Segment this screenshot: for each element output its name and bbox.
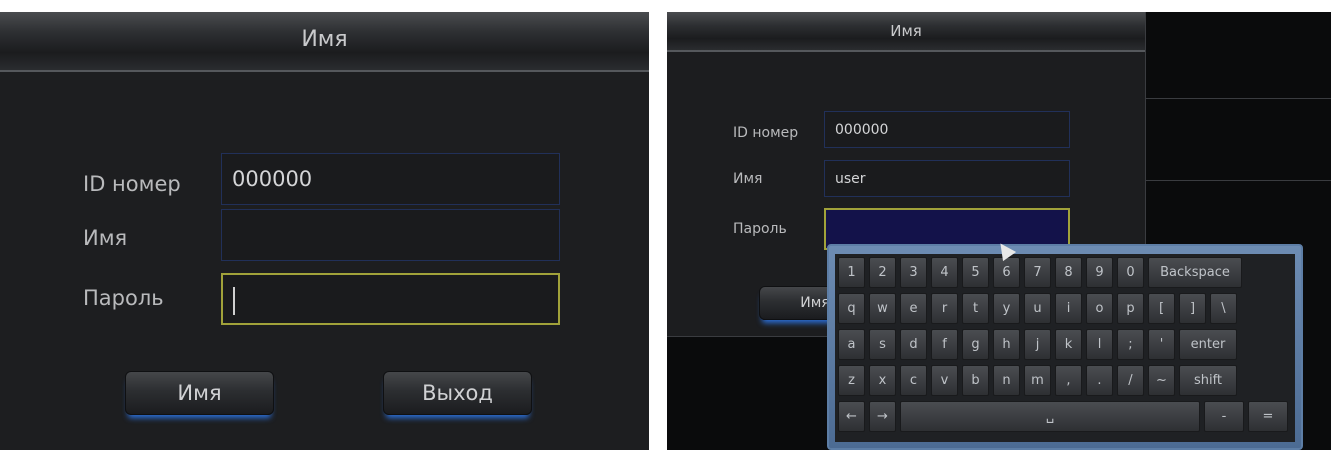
text-caret [233,287,235,315]
key-char[interactable]: 6 [993,257,1020,288]
key-char[interactable]: 4 [931,257,958,288]
space-key[interactable]: ␣ [900,401,1200,432]
exit-button[interactable]: Выход [383,371,532,415]
key-char[interactable]: r [931,293,958,324]
key-char[interactable]: k [1055,329,1082,360]
key-char[interactable]: z [838,365,865,396]
dialog-titlebar: Имя [0,12,649,72]
id-number-label: ID номер [733,125,799,141]
key-char[interactable]: m [1024,365,1051,396]
key-char[interactable]: j [1024,329,1051,360]
key-char[interactable]: 3 [900,257,927,288]
password-field[interactable] [221,273,560,325]
id-number-field[interactable]: 000000 [221,153,560,205]
key-char[interactable]: x [869,365,896,396]
key-char[interactable]: q [838,293,865,324]
key-char[interactable]: s [869,329,896,360]
key-char[interactable]: c [900,365,927,396]
key-char[interactable]: i [1055,293,1082,324]
key-char[interactable]: 2 [869,257,896,288]
name-field[interactable] [221,209,560,261]
name-value: user [835,170,866,187]
key-char[interactable]: 1 [838,257,865,288]
arrow-right-key[interactable]: → [869,401,896,432]
key-char[interactable]: 5 [962,257,989,288]
onscreen-keyboard: 1 2 3 4 5 6 7 8 9 0 Backspace q w e r t y u i o p[] \ a s d f g h j k… [827,244,1303,450]
key-char[interactable]: f [931,329,958,360]
key-shift[interactable]: shift [1179,365,1237,396]
key-char[interactable]: y [993,293,1020,324]
arrow-left-key[interactable]: ← [838,401,865,432]
name-label: Имя [733,171,763,187]
key-char[interactable]: d [900,329,927,360]
key-equals[interactable]: = [1248,401,1288,432]
key-char[interactable]: [ [1148,293,1175,324]
key-char[interactable]: w [869,293,896,324]
key-char[interactable]: ~ [1148,365,1175,396]
key-char[interactable]: . [1086,365,1113,396]
key-char[interactable]: 9 [1086,257,1113,288]
key-char[interactable]: h [993,329,1020,360]
keyboard-body: 1 2 3 4 5 6 7 8 9 0 Backspace q w e r t y u i o p[] \ a s d f g h j k… [835,254,1295,442]
password-label: Пароль [733,221,787,237]
key-enter[interactable]: enter [1179,329,1237,360]
key-char[interactable]: g [962,329,989,360]
key-char[interactable]: ; [1117,329,1144,360]
login-dialog-large: Имя ID номер 000000 Имя Пароль Имя Выход [0,12,649,450]
divider [1145,98,1331,99]
key-char[interactable]: e [900,293,927,324]
key-char[interactable]: 7 [1024,257,1051,288]
dialog-titlebar: Имя [667,12,1145,52]
key-char[interactable]: v [931,365,958,396]
dialog-title: Имя [301,27,348,52]
key-char[interactable]: b [962,365,989,396]
key-char[interactable]: , [1055,365,1082,396]
login-dialog-with-keyboard: Имя ID номер 000000 Имя user Пароль Имя … [667,12,1331,450]
dialog-title: Имя [890,22,922,40]
key-char[interactable]: \ [1210,293,1237,324]
key-char[interactable]: / [1117,365,1144,396]
divider [1145,180,1331,181]
key-dash[interactable]: - [1204,401,1244,432]
name-label: Имя [83,226,128,250]
key-char[interactable]: ' [1148,329,1175,360]
key-char[interactable]: n [993,365,1020,396]
id-number-value: 000000 [835,121,889,138]
key-char[interactable]: a [838,329,865,360]
id-number-value: 000000 [232,167,313,191]
key-char[interactable]: p [1117,293,1144,324]
id-number-field[interactable]: 000000 [824,111,1070,148]
password-label: Пароль [83,286,164,310]
id-number-label: ID номер [83,172,181,196]
key-char[interactable]: o [1086,293,1113,324]
key-char[interactable]: u [1024,293,1051,324]
login-button[interactable]: Имя [125,371,274,415]
key-char[interactable]: t [962,293,989,324]
name-field[interactable]: user [824,160,1070,197]
key-char[interactable]: 8 [1055,257,1082,288]
key-backspace[interactable]: Backspace [1148,257,1242,288]
key-char[interactable]: ] [1179,293,1206,324]
key-char[interactable]: 0 [1117,257,1144,288]
key-char[interactable]: l [1086,329,1113,360]
